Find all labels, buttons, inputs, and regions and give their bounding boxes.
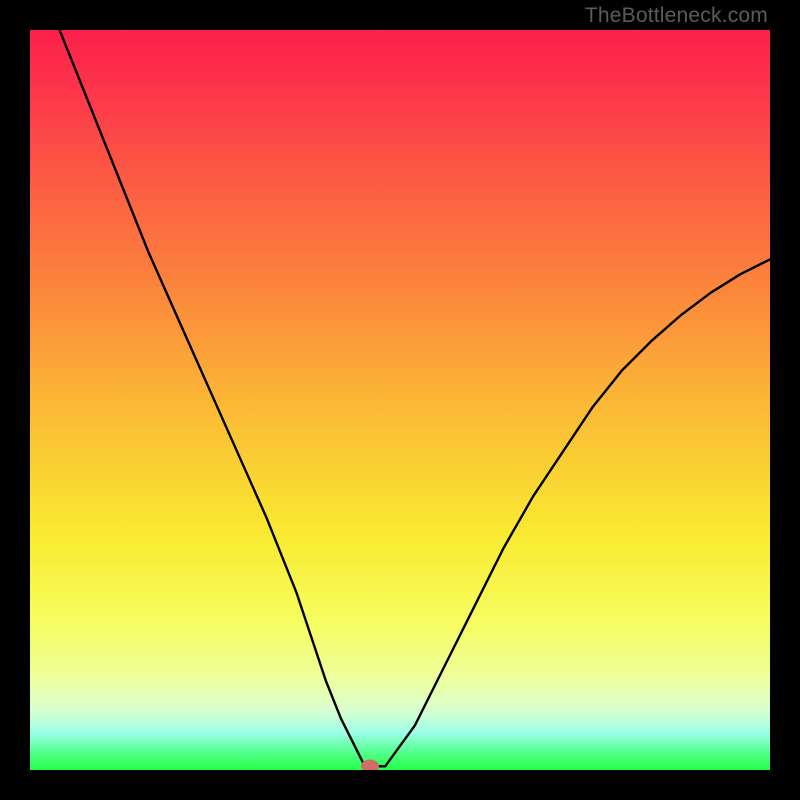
bottleneck-marker: [361, 760, 379, 770]
chart-frame: TheBottleneck.com: [0, 0, 800, 800]
watermark-text: TheBottleneck.com: [585, 4, 768, 28]
plot-area: [30, 30, 770, 770]
bottleneck-curve: [30, 30, 770, 770]
